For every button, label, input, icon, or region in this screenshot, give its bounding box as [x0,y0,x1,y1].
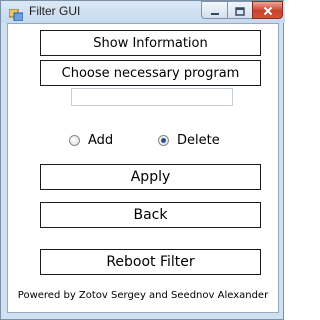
show-information-button[interactable]: Show Information [40,30,261,56]
client-area: Show Information Choose necessary progra… [7,23,279,313]
program-path-input[interactable] [71,88,233,106]
add-radio-button[interactable] [69,134,80,146]
add-radio-label: Add [88,132,114,148]
app-window-icon[interactable] [8,6,24,22]
reboot-filter-button[interactable]: Reboot Filter [40,249,261,275]
delete-radio-button[interactable] [158,134,169,146]
apply-button[interactable]: Apply [40,164,261,190]
window-title: Filter GUI [29,4,81,18]
minimize-icon [210,1,220,20]
choose-program-button[interactable]: Choose necessary program [40,60,261,86]
delete-radio-label: Delete [177,132,220,148]
delete-radio-option[interactable]: Delete [158,132,220,148]
close-icon [263,1,273,20]
add-radio-option[interactable]: Add [69,132,113,148]
filter-gui-window: Filter GUI Show Information Choose neces… [0,0,285,320]
title-bar[interactable]: Filter GUI [1,1,285,23]
minimize-button[interactable] [201,1,228,19]
close-button[interactable] [252,1,283,19]
credits-text: Powered by Zotov Sergey and Seednov Alex… [17,290,269,301]
maximize-icon [235,1,245,20]
maximize-button[interactable] [227,1,253,19]
back-button[interactable]: Back [40,202,261,228]
